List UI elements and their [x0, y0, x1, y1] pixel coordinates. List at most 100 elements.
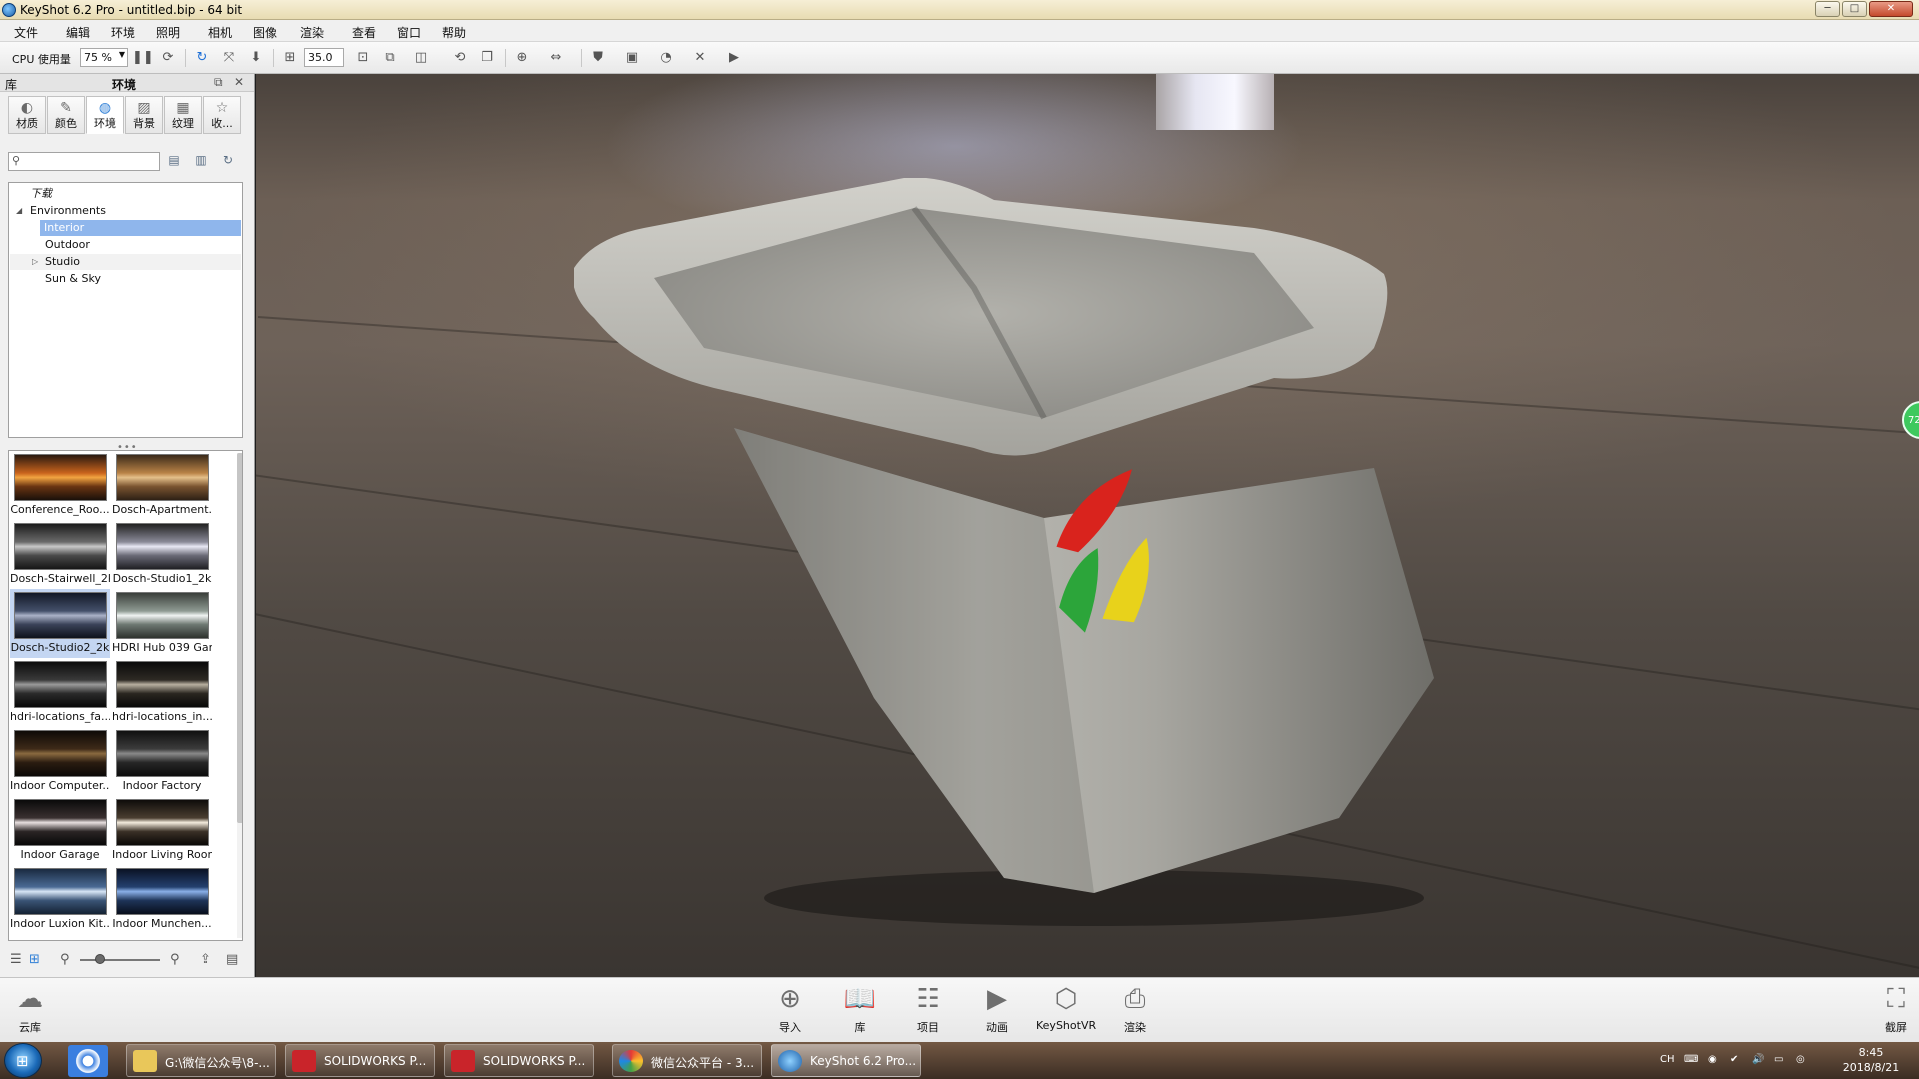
list-view-icon[interactable]: ☰ — [10, 952, 22, 967]
grid-view-icon[interactable]: ⊞ — [29, 952, 40, 967]
taskbar-item[interactable]: 微信公众平台 - 3... — [612, 1044, 762, 1077]
scrollbar-thumb[interactable] — [237, 453, 242, 823]
keyboard-icon[interactable]: ⌨ — [1684, 1054, 1698, 1065]
security-icon[interactable]: ✔ — [1730, 1054, 1738, 1065]
collapsed-arrow-icon[interactable]: ▷ — [32, 254, 38, 270]
maximize-button[interactable]: □ — [1842, 1, 1867, 17]
expand-arrow-icon[interactable]: ◢ — [16, 203, 22, 219]
folder-add-icon[interactable]: ▤ — [226, 952, 238, 967]
tab-materials[interactable]: ◐ 材质 — [8, 96, 46, 134]
close-button[interactable]: ✕ — [1869, 1, 1913, 17]
cloud-library-button[interactable]: ☁ 云库 — [0, 983, 60, 1035]
slider-knob[interactable] — [95, 954, 105, 964]
thumbnail-item[interactable]: Indoor Computer... — [10, 727, 110, 796]
zoom-in-icon[interactable]: ⚲ — [170, 952, 180, 967]
import-button[interactable]: ⊕ 导入 — [760, 983, 820, 1035]
render-viewport[interactable]: 花 72 — [256, 74, 1919, 977]
windows-start-icon[interactable]: ⊞ — [4, 1043, 42, 1078]
camera-icon[interactable]: ⧉ — [381, 50, 399, 66]
thumbnail-item[interactable]: Indoor Factory — [112, 727, 212, 796]
folder-add-icon[interactable]: ▥ — [192, 153, 210, 169]
thumbnail-item[interactable]: Indoor Munchen... — [112, 865, 212, 934]
tab-environments[interactable]: ◍ 环境 — [86, 96, 124, 134]
fov-input[interactable]: 35.0 — [304, 48, 344, 67]
tree-item-studio[interactable]: ▷ Studio — [10, 254, 241, 270]
rotate-icon[interactable]: ⟲ — [451, 50, 469, 66]
tree-item-downloads[interactable]: 下载 — [10, 186, 241, 202]
project-button[interactable]: ☷ 项目 — [898, 983, 958, 1035]
menu-environment[interactable]: 环境 — [111, 24, 135, 41]
thumbnail-item[interactable]: hdri-locations_in... — [112, 658, 212, 727]
tree-item-environments[interactable]: ◢ Environments — [10, 203, 241, 219]
fit-icon[interactable]: ⤧ — [220, 50, 238, 66]
tab-backplates[interactable]: ▨ 背景 — [125, 96, 163, 134]
expand-icon[interactable]: ✕ — [691, 50, 709, 66]
menu-lighting[interactable]: 照明 — [156, 24, 180, 41]
menu-window[interactable]: 窗口 — [397, 24, 421, 41]
copy-icon[interactable]: ❐ — [478, 50, 496, 66]
taskbar-item-active[interactable]: KeyShot 6.2 Pro... — [771, 1044, 921, 1077]
screenshot-button[interactable]: ⛶ 截屏 — [1866, 983, 1919, 1035]
thumbnail-item[interactable]: hdri-locations_fa... — [10, 658, 110, 727]
menu-help[interactable]: 帮助 — [442, 24, 466, 41]
menu-image[interactable]: 图像 — [253, 24, 277, 41]
pause-icon[interactable]: ❚❚ — [132, 50, 154, 66]
library-button[interactable]: 📖 库 — [830, 983, 890, 1035]
menu-render[interactable]: 渲染 — [300, 24, 324, 41]
grid-icon[interactable]: ⊞ — [281, 50, 299, 66]
undock-icon[interactable]: ⧉ — [214, 75, 223, 90]
frame-icon[interactable]: ◫ — [412, 50, 430, 66]
thumbnail-size-slider[interactable] — [80, 959, 160, 961]
curve-icon[interactable]: ◔ — [657, 50, 675, 66]
status-badge[interactable]: 72 — [1902, 401, 1919, 439]
thumbnail-item[interactable]: Conference_Roo... — [10, 451, 110, 520]
volume-icon[interactable]: 🔊 — [1752, 1054, 1764, 1065]
minimize-button[interactable]: ─ — [1815, 1, 1840, 17]
system-clock[interactable]: 8:45 2018/8/21 — [1826, 1045, 1916, 1075]
add-icon[interactable]: ⊕ — [513, 50, 531, 66]
tab-textures[interactable]: ▦ 纹理 — [164, 96, 202, 134]
menu-camera[interactable]: 相机 — [208, 24, 232, 41]
taskbar-item[interactable]: G:\微信公众号\8-... — [126, 1044, 276, 1077]
thumbnail-item[interactable]: Dosch-Studio1_2k — [112, 520, 212, 589]
animation-button[interactable]: ▶ 动画 — [967, 983, 1027, 1035]
thumbnail-item-selected[interactable]: Dosch-Studio2_2k — [10, 589, 110, 658]
browser-icon[interactable] — [68, 1045, 108, 1077]
script-icon[interactable]: ▶ — [725, 50, 743, 66]
tray-app-icon[interactable]: ◎ — [1796, 1054, 1805, 1065]
thumbnail-item[interactable]: Indoor Garage — [10, 796, 110, 865]
tree-item-outdoor[interactable]: Outdoor — [10, 237, 241, 253]
close-icon[interactable]: ✕ — [234, 75, 244, 89]
keyshotvr-button[interactable]: ⬡ KeyShotVR — [1036, 983, 1096, 1032]
network-icon[interactable]: ▭ — [1774, 1054, 1783, 1065]
thumbnail-item[interactable]: Indoor Living Room — [112, 796, 212, 865]
download-icon[interactable]: ⬇ — [247, 50, 265, 66]
region-icon[interactable]: ⊡ — [354, 50, 372, 66]
menu-file[interactable]: 文件 — [14, 24, 38, 41]
tree-item-sun-sky[interactable]: Sun & Sky — [10, 271, 241, 287]
thumbnail-item[interactable]: Dosch-Stairwell_2k — [10, 520, 110, 589]
taskbar-item[interactable]: SOLIDWORKS P... — [285, 1044, 435, 1077]
folder-open-icon[interactable]: ▤ — [165, 153, 183, 169]
tab-favorites[interactable]: ☆ 收... — [203, 96, 241, 134]
render-button[interactable]: ⎙ 渲染 — [1105, 983, 1165, 1035]
reload-icon[interactable]: ↻ — [193, 50, 211, 66]
qq-icon[interactable]: ◉ — [1708, 1054, 1717, 1065]
menu-view[interactable]: 查看 — [352, 24, 376, 41]
refresh-icon[interactable]: ↻ — [219, 153, 237, 169]
refresh-icon[interactable]: ⟳ — [159, 50, 177, 66]
shield-icon[interactable]: ⛊ — [589, 50, 607, 66]
stone-flower-pot[interactable]: 花 — [574, 178, 1614, 938]
move-icon[interactable]: ⇔ — [547, 50, 565, 66]
thumbnail-item[interactable]: HDRI Hub 039 Gar... — [112, 589, 212, 658]
taskbar-item[interactable]: SOLIDWORKS P... — [444, 1044, 594, 1077]
upload-icon[interactable]: ⇪ — [200, 952, 211, 967]
tab-colors[interactable]: ✎ 颜色 — [47, 96, 85, 134]
language-indicator[interactable]: CH — [1660, 1054, 1675, 1065]
tree-item-interior[interactable]: Interior — [40, 220, 241, 236]
panel-icon[interactable]: ▣ — [623, 50, 641, 66]
cpu-usage-select[interactable]: 75 % ▼ — [80, 48, 128, 67]
thumbnail-item[interactable]: Indoor Luxion Kit... — [10, 865, 110, 934]
library-search-input[interactable]: ⚲ — [8, 152, 160, 171]
thumbnail-item[interactable]: Dosch-Apartment... — [112, 451, 212, 520]
